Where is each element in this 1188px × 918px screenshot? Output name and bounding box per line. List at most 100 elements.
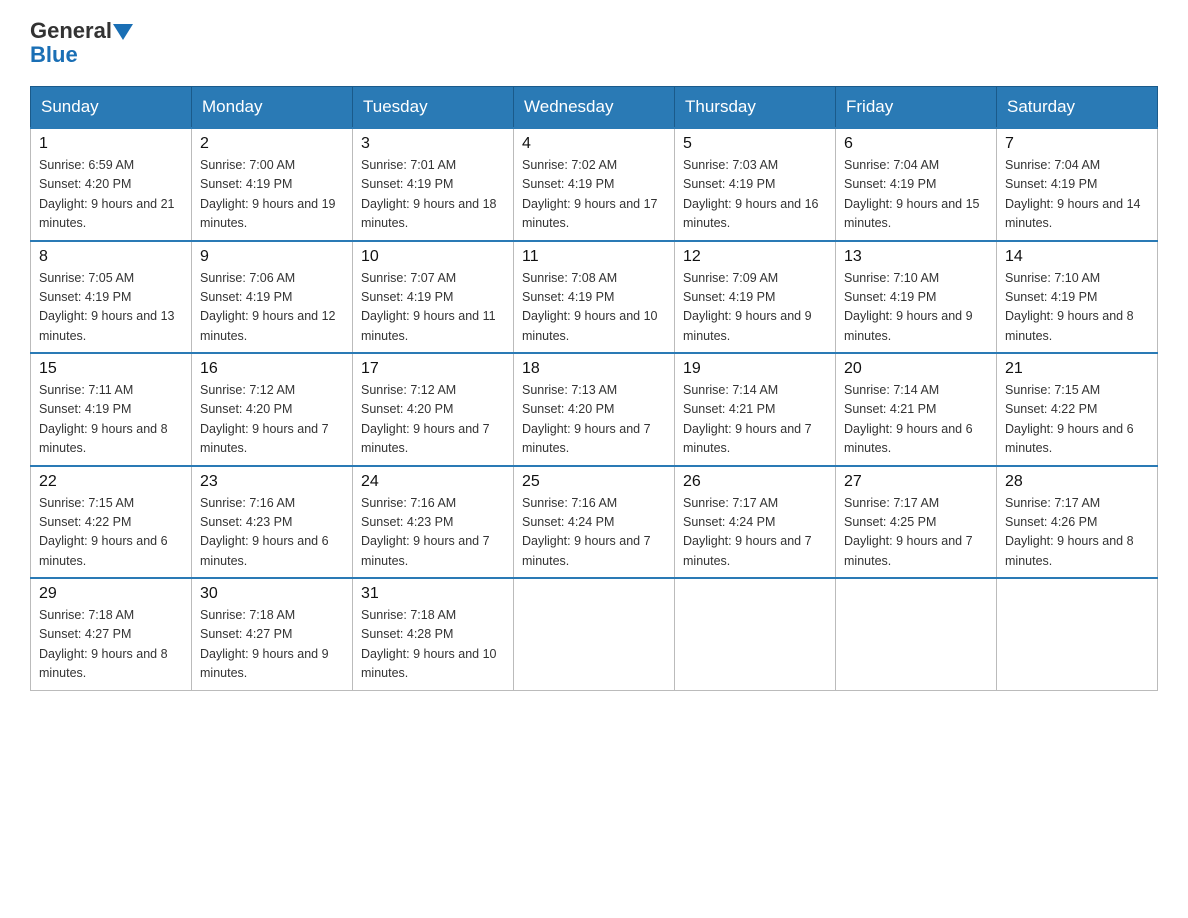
calendar-cell: 11 Sunrise: 7:08 AMSunset: 4:19 PMDaylig… [514, 241, 675, 354]
calendar-cell: 3 Sunrise: 7:01 AMSunset: 4:19 PMDayligh… [353, 128, 514, 241]
week-row-1: 1 Sunrise: 6:59 AMSunset: 4:20 PMDayligh… [31, 128, 1158, 241]
calendar-cell: 8 Sunrise: 7:05 AMSunset: 4:19 PMDayligh… [31, 241, 192, 354]
calendar-cell: 5 Sunrise: 7:03 AMSunset: 4:19 PMDayligh… [675, 128, 836, 241]
day-number: 14 [1005, 248, 1149, 266]
calendar-cell: 23 Sunrise: 7:16 AMSunset: 4:23 PMDaylig… [192, 466, 353, 579]
day-info: Sunrise: 7:10 AMSunset: 4:19 PMDaylight:… [844, 271, 973, 343]
calendar-cell: 16 Sunrise: 7:12 AMSunset: 4:20 PMDaylig… [192, 353, 353, 466]
day-info: Sunrise: 7:11 AMSunset: 4:19 PMDaylight:… [39, 383, 168, 455]
day-info: Sunrise: 7:04 AMSunset: 4:19 PMDaylight:… [844, 158, 980, 230]
calendar-cell: 27 Sunrise: 7:17 AMSunset: 4:25 PMDaylig… [836, 466, 997, 579]
calendar-cell: 19 Sunrise: 7:14 AMSunset: 4:21 PMDaylig… [675, 353, 836, 466]
calendar-cell: 18 Sunrise: 7:13 AMSunset: 4:20 PMDaylig… [514, 353, 675, 466]
day-info: Sunrise: 7:15 AMSunset: 4:22 PMDaylight:… [39, 496, 168, 568]
day-info: Sunrise: 7:16 AMSunset: 4:24 PMDaylight:… [522, 496, 651, 568]
day-number: 3 [361, 135, 505, 153]
day-info: Sunrise: 7:12 AMSunset: 4:20 PMDaylight:… [361, 383, 490, 455]
calendar-cell: 20 Sunrise: 7:14 AMSunset: 4:21 PMDaylig… [836, 353, 997, 466]
day-number: 13 [844, 248, 988, 266]
day-info: Sunrise: 7:17 AMSunset: 4:25 PMDaylight:… [844, 496, 973, 568]
calendar-cell: 15 Sunrise: 7:11 AMSunset: 4:19 PMDaylig… [31, 353, 192, 466]
day-info: Sunrise: 7:01 AMSunset: 4:19 PMDaylight:… [361, 158, 497, 230]
day-number: 12 [683, 248, 827, 266]
logo-blue-text: Blue [30, 42, 78, 68]
calendar-cell: 21 Sunrise: 7:15 AMSunset: 4:22 PMDaylig… [997, 353, 1158, 466]
calendar-cell: 13 Sunrise: 7:10 AMSunset: 4:19 PMDaylig… [836, 241, 997, 354]
logo: General Blue [30, 20, 135, 68]
day-number: 25 [522, 473, 666, 491]
calendar-cell: 30 Sunrise: 7:18 AMSunset: 4:27 PMDaylig… [192, 578, 353, 690]
day-number: 24 [361, 473, 505, 491]
day-info: Sunrise: 7:16 AMSunset: 4:23 PMDaylight:… [200, 496, 329, 568]
day-info: Sunrise: 7:08 AMSunset: 4:19 PMDaylight:… [522, 271, 658, 343]
day-info: Sunrise: 7:02 AMSunset: 4:19 PMDaylight:… [522, 158, 658, 230]
logo-general-text: General [30, 20, 112, 42]
calendar-cell: 4 Sunrise: 7:02 AMSunset: 4:19 PMDayligh… [514, 128, 675, 241]
day-number: 5 [683, 135, 827, 153]
calendar-cell [675, 578, 836, 690]
day-number: 22 [39, 473, 183, 491]
calendar-cell: 14 Sunrise: 7:10 AMSunset: 4:19 PMDaylig… [997, 241, 1158, 354]
day-info: Sunrise: 7:18 AMSunset: 4:27 PMDaylight:… [39, 608, 168, 680]
day-number: 20 [844, 360, 988, 378]
day-number: 15 [39, 360, 183, 378]
calendar-cell: 9 Sunrise: 7:06 AMSunset: 4:19 PMDayligh… [192, 241, 353, 354]
calendar-cell: 6 Sunrise: 7:04 AMSunset: 4:19 PMDayligh… [836, 128, 997, 241]
day-number: 11 [522, 248, 666, 266]
day-info: Sunrise: 7:14 AMSunset: 4:21 PMDaylight:… [844, 383, 973, 455]
day-info: Sunrise: 7:18 AMSunset: 4:27 PMDaylight:… [200, 608, 329, 680]
calendar-cell: 7 Sunrise: 7:04 AMSunset: 4:19 PMDayligh… [997, 128, 1158, 241]
calendar-cell: 2 Sunrise: 7:00 AMSunset: 4:19 PMDayligh… [192, 128, 353, 241]
calendar-cell: 26 Sunrise: 7:17 AMSunset: 4:24 PMDaylig… [675, 466, 836, 579]
calendar-cell: 22 Sunrise: 7:15 AMSunset: 4:22 PMDaylig… [31, 466, 192, 579]
day-number: 23 [200, 473, 344, 491]
calendar-cell [514, 578, 675, 690]
page-header: General Blue [30, 20, 1158, 68]
calendar-cell: 24 Sunrise: 7:16 AMSunset: 4:23 PMDaylig… [353, 466, 514, 579]
calendar-header-tuesday: Tuesday [353, 87, 514, 129]
day-number: 19 [683, 360, 827, 378]
calendar-header-saturday: Saturday [997, 87, 1158, 129]
day-info: Sunrise: 7:09 AMSunset: 4:19 PMDaylight:… [683, 271, 812, 343]
day-number: 7 [1005, 135, 1149, 153]
calendar-header-sunday: Sunday [31, 87, 192, 129]
day-info: Sunrise: 7:13 AMSunset: 4:20 PMDaylight:… [522, 383, 651, 455]
day-number: 27 [844, 473, 988, 491]
day-number: 26 [683, 473, 827, 491]
day-info: Sunrise: 7:10 AMSunset: 4:19 PMDaylight:… [1005, 271, 1134, 343]
calendar-cell: 29 Sunrise: 7:18 AMSunset: 4:27 PMDaylig… [31, 578, 192, 690]
calendar-header-row: SundayMondayTuesdayWednesdayThursdayFrid… [31, 87, 1158, 129]
day-info: Sunrise: 7:14 AMSunset: 4:21 PMDaylight:… [683, 383, 812, 455]
week-row-3: 15 Sunrise: 7:11 AMSunset: 4:19 PMDaylig… [31, 353, 1158, 466]
calendar-cell: 17 Sunrise: 7:12 AMSunset: 4:20 PMDaylig… [353, 353, 514, 466]
day-number: 8 [39, 248, 183, 266]
day-number: 31 [361, 585, 505, 603]
day-number: 4 [522, 135, 666, 153]
day-number: 30 [200, 585, 344, 603]
day-number: 17 [361, 360, 505, 378]
day-info: Sunrise: 7:03 AMSunset: 4:19 PMDaylight:… [683, 158, 819, 230]
day-number: 21 [1005, 360, 1149, 378]
calendar-header-wednesday: Wednesday [514, 87, 675, 129]
day-info: Sunrise: 7:05 AMSunset: 4:19 PMDaylight:… [39, 271, 175, 343]
day-info: Sunrise: 7:00 AMSunset: 4:19 PMDaylight:… [200, 158, 336, 230]
calendar-cell [836, 578, 997, 690]
day-info: Sunrise: 7:17 AMSunset: 4:26 PMDaylight:… [1005, 496, 1134, 568]
calendar-header-friday: Friday [836, 87, 997, 129]
week-row-5: 29 Sunrise: 7:18 AMSunset: 4:27 PMDaylig… [31, 578, 1158, 690]
calendar-cell [997, 578, 1158, 690]
week-row-2: 8 Sunrise: 7:05 AMSunset: 4:19 PMDayligh… [31, 241, 1158, 354]
logo-triangle-icon [113, 24, 133, 40]
day-number: 29 [39, 585, 183, 603]
day-info: Sunrise: 7:07 AMSunset: 4:19 PMDaylight:… [361, 271, 496, 343]
calendar-table: SundayMondayTuesdayWednesdayThursdayFrid… [30, 86, 1158, 691]
calendar-cell: 12 Sunrise: 7:09 AMSunset: 4:19 PMDaylig… [675, 241, 836, 354]
calendar-cell: 10 Sunrise: 7:07 AMSunset: 4:19 PMDaylig… [353, 241, 514, 354]
day-info: Sunrise: 7:04 AMSunset: 4:19 PMDaylight:… [1005, 158, 1141, 230]
calendar-cell: 1 Sunrise: 6:59 AMSunset: 4:20 PMDayligh… [31, 128, 192, 241]
day-number: 18 [522, 360, 666, 378]
calendar-cell: 31 Sunrise: 7:18 AMSunset: 4:28 PMDaylig… [353, 578, 514, 690]
day-info: Sunrise: 7:12 AMSunset: 4:20 PMDaylight:… [200, 383, 329, 455]
day-info: Sunrise: 7:06 AMSunset: 4:19 PMDaylight:… [200, 271, 336, 343]
calendar-cell: 28 Sunrise: 7:17 AMSunset: 4:26 PMDaylig… [997, 466, 1158, 579]
